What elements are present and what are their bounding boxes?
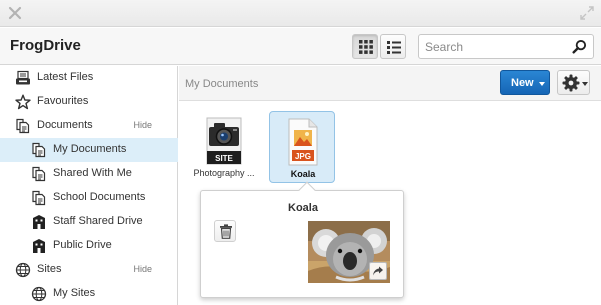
content-toolbar: My Documents New xyxy=(179,66,601,101)
search-icon[interactable] xyxy=(572,39,587,54)
site-badge-label: SITE xyxy=(215,154,233,163)
delete-button[interactable] xyxy=(214,220,236,242)
sidebar-item-label: Documents xyxy=(37,119,93,131)
popover-arrow xyxy=(298,181,316,199)
file-name: Photography ... xyxy=(193,168,255,178)
content-pane: My Documents New SITE Photography ... JP… xyxy=(179,66,601,305)
chevron-down-icon xyxy=(539,82,545,86)
sidebar-item-sites[interactable]: Sites Hide xyxy=(0,258,178,282)
sidebar-item-documents[interactable]: Documents Hide xyxy=(0,114,178,138)
settings-menu-button[interactable] xyxy=(557,70,590,95)
jpg-file-icon: JPG xyxy=(288,118,318,166)
sidebar-item-shared-with-me[interactable]: Shared With Me xyxy=(0,162,178,186)
grid-icon xyxy=(359,40,373,54)
chevron-down-icon xyxy=(582,82,588,86)
sidebar: Latest Files Favourites Documents Hide M… xyxy=(0,66,178,305)
star-icon xyxy=(15,94,31,110)
sidebar-item-label: My Documents xyxy=(53,143,127,155)
preview-title: Koala xyxy=(288,202,318,214)
sidebar-item-public-drive[interactable]: Public Drive xyxy=(0,234,178,258)
share-arrow-icon xyxy=(373,266,383,276)
sidebar-item-school-documents[interactable]: School Documents xyxy=(0,186,178,210)
sidebar-item-label: Favourites xyxy=(37,95,89,107)
grid-view-button[interactable] xyxy=(352,34,378,59)
printer-tray-icon xyxy=(16,70,30,85)
sidebar-item-favourites[interactable]: Favourites xyxy=(0,90,178,114)
koala-thumbnail[interactable] xyxy=(308,221,390,283)
list-icon xyxy=(387,41,401,54)
documents-icon xyxy=(16,118,30,134)
documents-icon xyxy=(32,142,46,158)
new-button[interactable]: New xyxy=(500,70,550,95)
sidebar-item-label: Shared With Me xyxy=(53,167,132,179)
new-button-label: New xyxy=(511,77,534,89)
close-window-icon[interactable] xyxy=(7,5,23,21)
file-preview-popover: Koala xyxy=(200,181,404,298)
documents-icon xyxy=(32,190,46,206)
file-name: Koala xyxy=(290,169,316,179)
documents-icon xyxy=(32,166,46,182)
hide-documents-link[interactable]: Hide xyxy=(133,120,152,130)
sidebar-item-staff-shared-drive[interactable]: Staff Shared Drive xyxy=(0,210,178,234)
camera-site-icon: SITE xyxy=(206,117,242,165)
sidebar-item-my-sites[interactable]: My Sites xyxy=(0,282,178,305)
hide-sites-link[interactable]: Hide xyxy=(133,264,152,274)
list-view-button[interactable] xyxy=(380,34,406,59)
globe-icon xyxy=(15,262,31,278)
gear-icon xyxy=(562,74,580,92)
trash-icon xyxy=(220,224,232,239)
building-icon xyxy=(33,239,45,253)
file-tile-photography[interactable]: SITE Photography ... xyxy=(191,111,257,183)
sidebar-item-label: School Documents xyxy=(53,191,146,203)
sidebar-item-label: Sites xyxy=(37,263,62,275)
app-header: FrogDrive xyxy=(0,28,601,65)
app-title: FrogDrive xyxy=(10,37,81,54)
globe-icon xyxy=(31,286,47,302)
share-button[interactable] xyxy=(369,262,387,280)
jpg-badge-label: JPG xyxy=(295,152,311,161)
sidebar-item-label: My Sites xyxy=(53,287,96,299)
breadcrumb: My Documents xyxy=(185,78,259,90)
sidebar-item-label: Latest Files xyxy=(37,71,94,83)
building-icon xyxy=(33,215,45,229)
expand-window-icon[interactable] xyxy=(579,5,595,21)
window-titlebar xyxy=(0,0,601,27)
sidebar-item-latest-files[interactable]: Latest Files xyxy=(0,66,178,90)
file-tile-koala[interactable]: JPG Koala xyxy=(269,111,335,183)
sidebar-item-label: Public Drive xyxy=(53,239,112,251)
sidebar-item-label: Staff Shared Drive xyxy=(53,215,143,227)
search-box xyxy=(418,34,594,59)
sidebar-item-my-documents[interactable]: My Documents xyxy=(0,138,178,162)
search-input[interactable] xyxy=(419,35,569,58)
